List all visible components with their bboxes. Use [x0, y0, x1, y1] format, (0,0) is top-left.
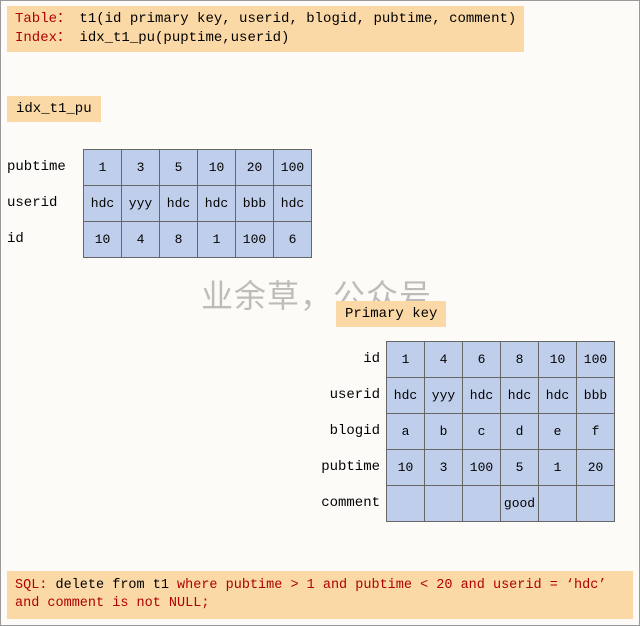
table-row: hdc yyy hdc hdc bbb hdc — [84, 186, 312, 222]
secondary-index-label: idx_t1_pu — [7, 96, 101, 122]
table-definition-line: Table： t1(id primary key, userid, blogid… — [15, 10, 516, 29]
sql-text: delete from t1 — [47, 578, 177, 593]
cell: bbb — [236, 186, 274, 222]
cell: 100 — [274, 150, 312, 186]
cell: 100 — [236, 222, 274, 258]
primary-key-table: 1 4 6 8 10 100 hdc yyy hdc hdc hdc bbb a… — [386, 341, 615, 522]
cell: 20 — [577, 450, 615, 486]
cell: f — [577, 414, 615, 450]
cell: hdc — [274, 186, 312, 222]
cell — [539, 486, 577, 522]
cell: 6 — [463, 342, 501, 378]
secondary-index-row-labels: pubtime userid id — [7, 149, 77, 257]
row-label: userid — [320, 377, 380, 413]
cell: 3 — [122, 150, 160, 186]
cell — [425, 486, 463, 522]
cell: 4 — [122, 222, 160, 258]
cell — [463, 486, 501, 522]
table-row: 1 3 5 10 20 100 — [84, 150, 312, 186]
cell: 10 — [198, 150, 236, 186]
table-row: 10 3 100 5 1 20 — [387, 450, 615, 486]
sql-statement-block: SQL: delete from t1 where pubtime > 1 an… — [7, 571, 633, 619]
cell: e — [539, 414, 577, 450]
cell: 1 — [84, 150, 122, 186]
row-label: pubtime — [7, 149, 77, 185]
cell: 10 — [539, 342, 577, 378]
cell: hdc — [387, 378, 425, 414]
table-row: 10 4 8 1 100 6 — [84, 222, 312, 258]
cell: 10 — [387, 450, 425, 486]
cell: hdc — [84, 186, 122, 222]
row-label: pubtime — [320, 449, 380, 485]
table-row: hdc yyy hdc hdc hdc bbb — [387, 378, 615, 414]
cell: b — [425, 414, 463, 450]
table-row: good — [387, 486, 615, 522]
cell: good — [501, 486, 539, 522]
secondary-index-block: pubtime userid id 1 3 5 10 20 100 hdc yy… — [7, 149, 312, 258]
cell — [387, 486, 425, 522]
cell: 100 — [577, 342, 615, 378]
index-def-text: idx_t1_pu(puptime,userid) — [71, 30, 289, 46]
cell: hdc — [198, 186, 236, 222]
cell: 1 — [539, 450, 577, 486]
secondary-index-table: 1 3 5 10 20 100 hdc yyy hdc hdc bbb hdc … — [83, 149, 312, 258]
sql-keyword: SQL: — [15, 578, 47, 593]
cell: 8 — [160, 222, 198, 258]
cell: 1 — [198, 222, 236, 258]
row-label: userid — [7, 185, 77, 221]
cell: 8 — [501, 342, 539, 378]
row-label: comment — [320, 485, 380, 521]
row-label: id — [7, 221, 77, 257]
cell: 10 — [84, 222, 122, 258]
table-keyword: Table： — [15, 11, 71, 27]
cell: yyy — [122, 186, 160, 222]
schema-definition-block: Table： t1(id primary key, userid, blogid… — [7, 6, 524, 52]
cell: hdc — [539, 378, 577, 414]
cell: 6 — [274, 222, 312, 258]
primary-key-row-labels: id userid blogid pubtime comment — [320, 341, 380, 521]
table-row: a b c d e f — [387, 414, 615, 450]
index-definition-line: Index： idx_t1_pu(puptime,userid) — [15, 29, 516, 48]
row-label: blogid — [320, 413, 380, 449]
cell: yyy — [425, 378, 463, 414]
cell: d — [501, 414, 539, 450]
cell — [577, 486, 615, 522]
cell: bbb — [577, 378, 615, 414]
table-def-text: t1(id primary key, userid, blogid, pubti… — [71, 11, 516, 27]
row-label: id — [320, 341, 380, 377]
cell: 5 — [160, 150, 198, 186]
index-keyword: Index： — [15, 30, 71, 46]
primary-key-label: Primary key — [336, 301, 446, 327]
table-row: 1 4 6 8 10 100 — [387, 342, 615, 378]
cell: a — [387, 414, 425, 450]
cell: hdc — [501, 378, 539, 414]
cell: 20 — [236, 150, 274, 186]
cell: 5 — [501, 450, 539, 486]
cell: hdc — [160, 186, 198, 222]
cell: 100 — [463, 450, 501, 486]
primary-key-block: id userid blogid pubtime comment 1 4 6 8… — [320, 341, 615, 522]
cell: c — [463, 414, 501, 450]
cell: 4 — [425, 342, 463, 378]
cell: 3 — [425, 450, 463, 486]
cell: hdc — [463, 378, 501, 414]
cell: 1 — [387, 342, 425, 378]
